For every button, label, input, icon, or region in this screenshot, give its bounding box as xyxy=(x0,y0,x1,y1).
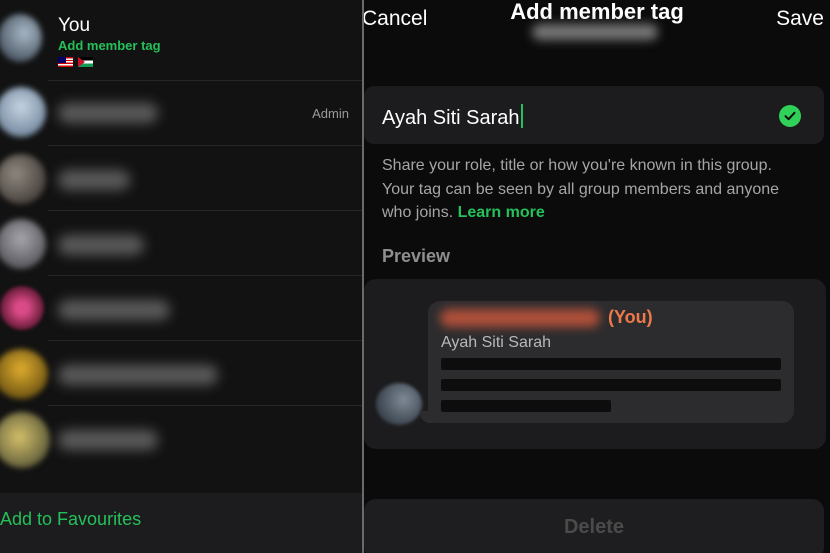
message-placeholder-line xyxy=(441,379,781,391)
delete-label: Delete xyxy=(563,516,625,538)
member-name-redacted xyxy=(58,365,218,385)
member-row[interactable] xyxy=(0,211,363,275)
add-to-favourites-button[interactable]: Add to Favourites xyxy=(0,509,141,530)
preview-card: (You) Ayah Siti Sarah xyxy=(364,279,826,449)
help-text: Share your role, title or how you're kno… xyxy=(382,157,780,221)
member-name-redacted xyxy=(58,235,144,255)
member-avatar xyxy=(0,412,50,468)
add-member-tag-sheet: Cancel Add member tag Save Ayah Siti Sar… xyxy=(364,0,830,553)
members-panel: You Add member tag Admin Add to Favourit… xyxy=(0,0,363,553)
member-row[interactable]: Admin xyxy=(0,81,363,145)
member-avatar xyxy=(0,349,48,399)
member-row[interactable] xyxy=(0,146,363,210)
tag-help-text: Share your role, title or how you're kno… xyxy=(382,154,802,225)
preview-member-tag: Ayah Siti Sarah xyxy=(441,334,551,351)
self-name: You xyxy=(58,15,91,36)
member-tag-value: Ayah Siti Sarah xyxy=(382,107,520,129)
member-row[interactable] xyxy=(0,406,363,470)
member-tag-field[interactable]: Ayah Siti Sarah xyxy=(364,86,824,144)
member-row[interactable] xyxy=(0,276,363,340)
member-avatar xyxy=(0,154,46,204)
self-avatar xyxy=(0,14,42,62)
you-label: (You) xyxy=(608,307,653,327)
member-name-redacted xyxy=(58,430,158,450)
member-row[interactable] xyxy=(0,341,363,405)
member-avatar xyxy=(0,219,46,269)
self-flags xyxy=(58,56,98,68)
member-avatar xyxy=(0,87,46,137)
member-name-redacted xyxy=(58,300,170,320)
delete-button[interactable]: Delete xyxy=(364,499,824,553)
admin-badge: Admin xyxy=(312,106,349,121)
preview-message-bubble: (You) Ayah Siti Sarah xyxy=(428,301,794,423)
text-caret xyxy=(520,104,523,128)
sender-name-redacted xyxy=(440,309,600,327)
member-row-self[interactable]: You Add member tag xyxy=(0,0,363,80)
member-avatar xyxy=(0,286,44,330)
learn-more-link[interactable]: Learn more xyxy=(458,204,545,221)
checkmark-circle-icon xyxy=(779,105,801,127)
preview-heading: Preview xyxy=(382,246,451,266)
palestine-flag-icon xyxy=(78,57,93,68)
group-name-redacted xyxy=(532,24,658,40)
malaysia-flag-icon xyxy=(58,57,73,68)
add-member-tag-link[interactable]: Add member tag xyxy=(58,38,161,53)
member-name-redacted xyxy=(58,170,130,190)
sheet-title: Add member tag xyxy=(510,0,684,24)
save-button[interactable]: Save xyxy=(776,7,824,31)
message-placeholder-line xyxy=(441,400,611,412)
member-tag-input[interactable]: Ayah Siti Sarah xyxy=(382,104,523,130)
member-name-redacted xyxy=(58,103,158,123)
message-placeholder-line xyxy=(441,358,781,370)
preview-avatar xyxy=(376,383,422,425)
